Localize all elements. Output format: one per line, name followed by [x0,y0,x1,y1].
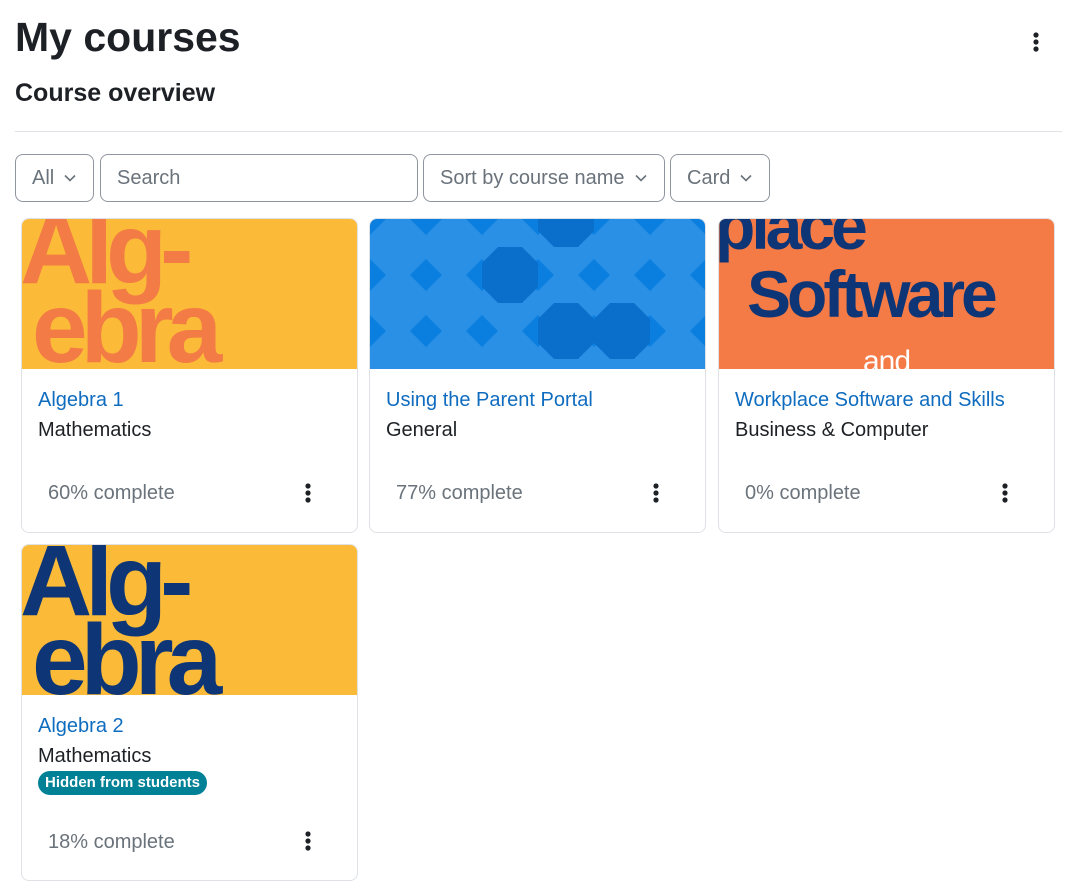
grouping-dropdown-label: All [32,166,55,189]
course-name-link[interactable]: Algebra 1 [38,389,124,412]
course-image-text: ebra [32,272,224,369]
course-actions-menu-button[interactable] [292,825,324,857]
view-dropdown-label: Card [687,166,731,189]
course-category: Business & Computer [735,419,929,441]
course-actions-menu-button[interactable] [640,477,672,509]
kebab-vertical-icon [653,483,659,503]
kebab-vertical-icon [1002,483,1008,503]
sort-dropdown[interactable]: Sort by course name [423,154,665,202]
section-title: Course overview [15,79,216,107]
course-category: General [386,419,458,441]
course-actions-menu-button[interactable] [989,477,1021,509]
kebab-vertical-icon [1033,32,1039,52]
search-input[interactable] [117,166,407,190]
course-image-text: Software [747,257,996,331]
kebab-vertical-icon [305,483,311,503]
course-progress: 18% complete [48,831,175,853]
course-image[interactable]: Alg- ebra [22,545,357,695]
course-actions-menu-button[interactable] [292,477,324,509]
course-card: place Software and Workplace Software an… [718,218,1055,533]
course-card: Alg- ebra Algebra 1 Mathematics 60% comp… [21,218,358,533]
grouping-dropdown[interactable]: All [15,154,94,202]
search-field[interactable] [100,154,418,202]
course-card: Using the Parent Portal General 77% comp… [369,218,706,533]
chevron-down-icon [740,174,752,182]
course-name-link[interactable]: Workplace Software and Skills [735,389,1005,412]
course-image[interactable]: place Software and [719,219,1054,369]
chevron-down-icon [634,174,647,182]
course-image[interactable]: Alg- ebra [22,219,357,369]
course-image[interactable] [370,219,705,369]
course-card: Alg- ebra Algebra 2 Mathematics Hidden f… [21,544,358,881]
page-actions-menu-button[interactable] [1020,26,1052,58]
course-progress: 77% complete [396,482,523,504]
hidden-status-badge: Hidden from students [38,771,208,795]
course-progress: 0% complete [745,482,861,504]
course-category: Mathematics [38,419,152,441]
course-name-link[interactable]: Algebra 2 [38,715,124,738]
section-divider [15,131,1062,132]
course-progress: 60% complete [48,482,175,504]
course-image-text: and [863,345,910,369]
course-image-text: ebra [32,604,224,695]
course-name-link[interactable]: Using the Parent Portal [386,389,593,412]
page-title: My courses [15,14,241,60]
kebab-vertical-icon [305,831,311,851]
course-category: Mathematics [38,745,152,767]
chevron-down-icon [64,174,76,182]
sort-dropdown-label: Sort by course name [440,166,625,189]
view-dropdown[interactable]: Card [670,154,770,202]
